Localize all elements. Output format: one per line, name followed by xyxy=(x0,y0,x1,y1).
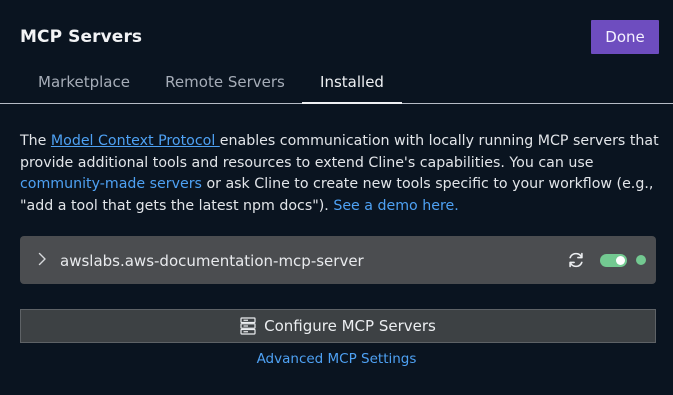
done-button[interactable]: Done xyxy=(591,20,659,54)
chevron-right-icon[interactable] xyxy=(34,251,50,267)
page-title: MCP Servers xyxy=(20,27,143,47)
server-icon xyxy=(240,317,256,335)
header: MCP Servers Done Marketplace Remote Serv… xyxy=(0,0,673,104)
server-row[interactable]: awslabs.aws-documentation-mcp-server xyxy=(20,236,656,284)
tab-remote-servers[interactable]: Remote Servers xyxy=(152,62,298,103)
configure-label: Configure MCP Servers xyxy=(264,317,436,335)
configure-mcp-servers-button[interactable]: Configure MCP Servers xyxy=(20,309,656,343)
status-indicator xyxy=(636,255,646,265)
community-servers-link[interactable]: community-made servers xyxy=(20,176,202,192)
server-enable-toggle[interactable] xyxy=(600,254,627,267)
demo-link[interactable]: See a demo here. xyxy=(333,198,458,214)
description-prefix: The xyxy=(20,133,51,149)
server-name: awslabs.aws-documentation-mcp-server xyxy=(60,252,364,270)
tab-marketplace[interactable]: Marketplace xyxy=(20,62,148,103)
tab-bar: Marketplace Remote Servers Installed xyxy=(0,62,673,104)
description: The Model Context Protocol enables commu… xyxy=(20,131,660,217)
tab-installed[interactable]: Installed xyxy=(302,62,402,104)
refresh-icon[interactable] xyxy=(566,250,586,270)
model-context-protocol-link[interactable]: Model Context Protocol xyxy=(51,133,220,149)
toggle-knob xyxy=(616,256,625,265)
advanced-mcp-settings-link[interactable]: Advanced MCP Settings xyxy=(0,351,673,367)
